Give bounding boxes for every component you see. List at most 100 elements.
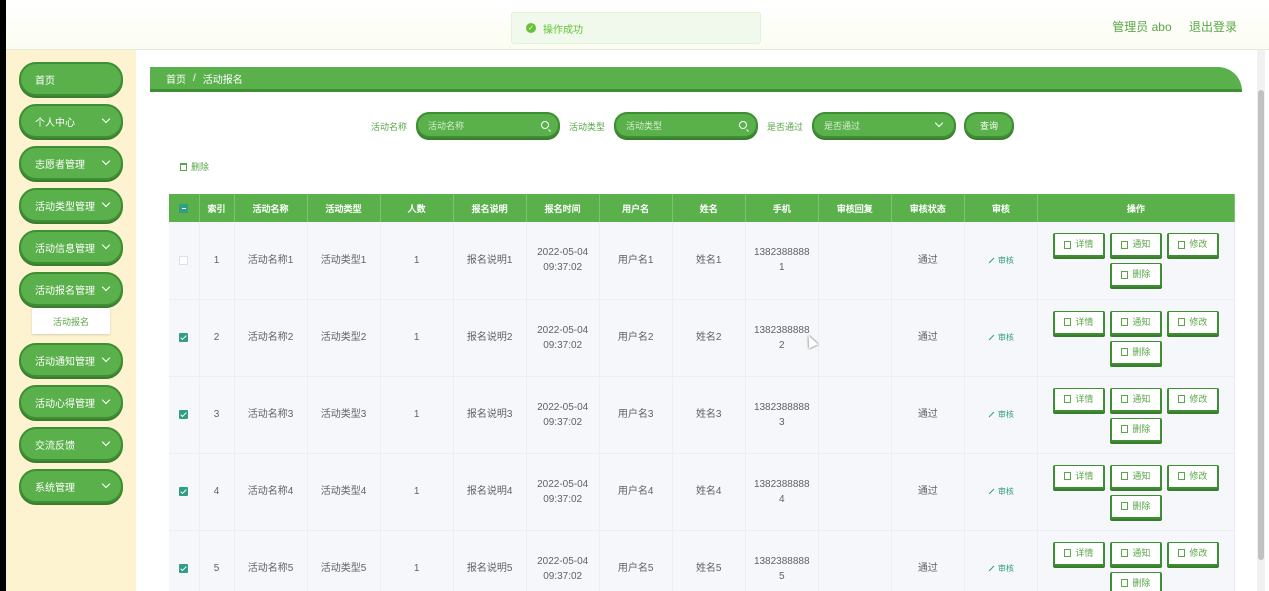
row-checkbox[interactable] [179,409,189,419]
phone-line-1: 1382388888 [753,478,810,490]
row-checkbox[interactable] [179,486,189,496]
column-header: 审核状态 [891,194,965,222]
edit-button[interactable]: 修改 [1166,310,1219,335]
audit-link[interactable]: 审核 [988,256,1014,265]
delete-label: 删除 [1132,346,1151,357]
delete-button[interactable]: 删除 [1109,494,1162,519]
row-select-cell[interactable] [169,530,200,591]
select-all-cell[interactable] [169,194,200,222]
cell-username: 用户名5 [599,530,673,591]
edit-label: 修改 [1189,239,1208,250]
edit-button[interactable]: 修改 [1166,541,1219,566]
row-select-cell[interactable] [169,376,200,454]
cell-audit: 审核 [964,222,1038,300]
trash-icon [180,162,187,171]
audit-link[interactable]: 审核 [988,487,1014,496]
row-select-cell[interactable] [169,222,200,300]
pass-select[interactable]: 是否通过 [812,112,956,138]
sidebar-item-activity-type[interactable]: 活动类型管理 [19,188,123,222]
activity-type-label: 活动类型 [569,122,606,132]
edit-icon [988,566,995,572]
row-checkbox[interactable] [179,563,189,573]
toast-message: 操作成功 [543,24,583,36]
edit-button[interactable]: 修改 [1166,233,1219,258]
delete-button[interactable]: 删除 [1109,263,1162,288]
edit-icon [988,257,995,264]
cell-realname: 姓名3 [672,376,746,454]
detail-button[interactable]: 详情 [1052,464,1105,489]
detail-label: 详情 [1075,470,1094,481]
table-row: 3 活动名称3 活动类型3 1 报名说明3 2022-05-04 09:37:02… [169,376,1236,454]
sidebar-item-personal-center[interactable]: 个人中心 [19,104,123,138]
table-header-row: 索引 活动名称 活动类型 人数 报名说明 报名时间 用户名 姓名 手机 审核回复… [169,194,1236,222]
sidebar-item-activity-info[interactable]: 活动信息管理 [19,230,123,264]
activity-name-input[interactable]: 活动名称 [416,112,560,138]
signup-clock: 09:37:02 [543,416,583,428]
cell-phone: 1382388888 1 [745,222,819,300]
edit-button[interactable]: 修改 [1166,464,1219,489]
user-label: 管理员 abo [1112,20,1172,34]
activity-type-input[interactable]: 活动类型 [614,112,758,138]
sidebar-item-home[interactable]: 首页 [19,62,123,96]
audit-link[interactable]: 审核 [988,410,1014,419]
select-all-checkbox[interactable] [179,204,189,214]
column-header: 操作 [1037,194,1236,222]
cell-desc: 报名说明4 [453,453,527,531]
page-scrollbar[interactable] [1257,50,1265,591]
detail-button[interactable]: 详情 [1052,541,1105,566]
row-select-cell[interactable] [169,299,200,377]
delete-button[interactable]: 删除 [1109,340,1162,365]
cell-audit: 审核 [964,299,1038,377]
cell-realname: 姓名1 [672,222,746,300]
cell-username: 用户名3 [599,376,673,454]
cell-reply [818,376,892,454]
audit-link[interactable]: 审核 [988,333,1014,342]
delete-button[interactable]: 删除 [1109,417,1162,442]
breadcrumb-home[interactable]: 首页 [166,71,186,86]
row-checkbox[interactable] [179,332,189,342]
column-header: 手机 [745,194,819,222]
notify-button[interactable]: 通知 [1109,310,1162,335]
query-button[interactable]: 查询 [964,112,1014,138]
detail-button[interactable]: 详情 [1052,387,1105,412]
column-header: 活动名称 [234,194,308,222]
phone-line-2: 4 [778,493,785,505]
trash-icon [1121,579,1129,587]
cell-count: 1 [380,453,454,531]
batch-delete-button[interactable]: 删除 [180,160,209,173]
edit-button[interactable]: 修改 [1166,387,1219,412]
notify-button[interactable]: 通知 [1109,387,1162,412]
chevron-down-icon [101,395,111,405]
row-actions: 详情 通知 修改 删除 [1051,464,1221,519]
notify-button[interactable]: 通知 [1109,233,1162,258]
detail-button[interactable]: 详情 [1052,310,1105,335]
delete-button[interactable]: 删除 [1109,571,1162,591]
sidebar-subitem-activity-signup[interactable]: 活动报名 [32,308,110,334]
sidebar-item-volunteer[interactable]: 志愿者管理 [19,146,123,180]
chevron-down-icon [101,240,111,250]
activity-name-placeholder: 活动名称 [428,120,465,131]
chevron-down-icon [101,282,111,292]
detail-button[interactable]: 详情 [1052,233,1105,258]
notify-button[interactable]: 通知 [1109,541,1162,566]
sidebar-item-label: 系统管理 [35,482,75,494]
sidebar-item-label: 活动类型管理 [35,201,95,213]
trash-icon [1121,348,1129,356]
chevron-down-icon [101,114,111,124]
sidebar-item-system[interactable]: 系统管理 [19,469,123,503]
sidebar-item-activity-notice[interactable]: 活动通知管理 [19,343,123,377]
trash-icon [1121,270,1129,279]
trash-icon [1121,425,1129,433]
row-checkbox[interactable] [179,255,189,265]
document-icon [1064,549,1072,557]
notify-button[interactable]: 通知 [1109,464,1162,489]
sidebar-item-feedback[interactable]: 交流反馈 [19,427,123,461]
sidebar-item-activity-signup[interactable]: 活动报名管理 [19,272,123,306]
sidebar-item-label: 活动信息管理 [35,243,95,255]
row-select-cell[interactable] [169,453,200,531]
audit-link[interactable]: 审核 [988,564,1014,573]
logout-link[interactable]: 退出登录 [1189,20,1237,34]
phone-line-2: 1 [778,262,785,274]
scrollbar-thumb[interactable] [1258,90,1264,560]
sidebar-item-activity-experience[interactable]: 活动心得管理 [19,385,123,419]
